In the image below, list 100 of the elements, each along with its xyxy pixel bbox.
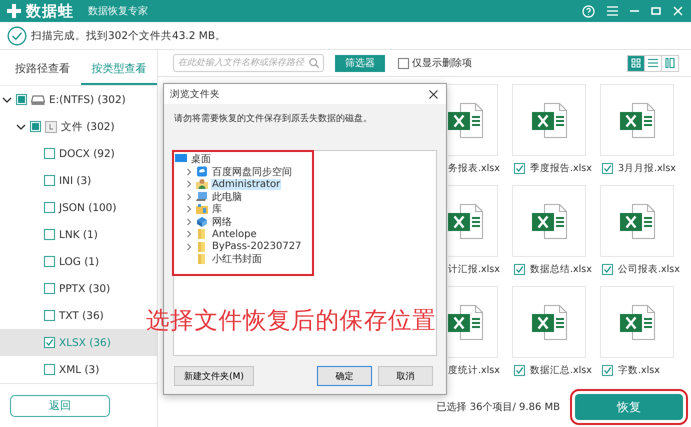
scan-status: 扫描完成。找到302个文件共43.2 MB。: [31, 28, 226, 42]
file-thumbnail[interactable]: [512, 84, 586, 156]
folder-tree-item[interactable]: ByPass-20230727: [175, 240, 436, 253]
tree-label: XML (3): [59, 364, 100, 376]
file-thumbnail[interactable]: [512, 185, 586, 258]
folder-icon: [196, 240, 208, 253]
checkbox[interactable]: [602, 163, 613, 174]
checkbox[interactable]: [44, 202, 55, 213]
folder-icon: [196, 253, 208, 266]
checkbox[interactable]: [514, 163, 525, 174]
chevron-right-icon[interactable]: [185, 180, 193, 188]
checkbox[interactable]: [398, 58, 409, 69]
checkbox[interactable]: [44, 310, 55, 321]
folder-name: 小红书封面: [211, 252, 263, 266]
dialog-button[interactable]: 确定: [317, 366, 372, 386]
file-name: 数据总结.xlsx: [530, 263, 592, 276]
checkbox[interactable]: [44, 175, 55, 186]
folder-tree-item[interactable]: 小红书封面: [175, 253, 436, 266]
chevron-down-icon[interactable]: [2, 94, 12, 104]
filter-button[interactable]: 筛选器: [335, 54, 385, 72]
close-icon: [428, 90, 438, 98]
recover-button[interactable]: 恢复: [575, 394, 683, 420]
file-name: 计汇报.xlsx: [448, 263, 500, 276]
user-folder-icon: [196, 178, 208, 190]
app-name: 数据蛙: [26, 2, 74, 20]
tree-label: LNK (1): [59, 228, 98, 240]
folder-tree-item[interactable]: Administrator: [175, 178, 436, 190]
view-mode-button[interactable]: [627, 54, 645, 72]
tree-item[interactable]: PPTX (30): [0, 275, 157, 302]
chevron-right-icon[interactable]: [185, 205, 193, 214]
view-tab[interactable]: 按路径查看: [4, 50, 80, 85]
checkbox[interactable]: [44, 256, 55, 267]
checkbox[interactable]: [44, 364, 55, 375]
folder-tree-item[interactable]: 桌面: [175, 153, 436, 166]
checkbox[interactable]: [16, 94, 27, 105]
file-name: 务报表.xlsx: [448, 162, 500, 176]
folder-name: 百度网盘同步空间: [211, 166, 293, 179]
spreadsheet-icon: [620, 102, 654, 138]
tree-item[interactable]: E:(NTFS) (302): [0, 86, 157, 113]
checkbox[interactable]: [602, 264, 613, 276]
dialog-button[interactable]: 新建文件夹(M): [174, 366, 254, 386]
chevron-right-icon[interactable]: [185, 218, 193, 226]
library-icon: [196, 203, 208, 216]
view-tab[interactable]: 按类型查看: [80, 50, 157, 85]
folder-tree-item[interactable]: Antelope: [175, 228, 436, 240]
chevron-right-icon[interactable]: [185, 168, 193, 176]
checkbox[interactable]: [44, 283, 55, 294]
file-name: 季度报告.xlsx: [530, 162, 592, 176]
checkbox[interactable]: [602, 365, 613, 376]
maximize-icon[interactable]: [651, 6, 661, 16]
dialog-button[interactable]: 取消: [378, 366, 433, 386]
tree-item[interactable]: DOCX (92): [0, 140, 157, 167]
chevron-right-icon[interactable]: [185, 230, 193, 238]
spreadsheet-icon: [448, 204, 483, 239]
file-thumbnail[interactable]: [512, 286, 586, 358]
close-icon[interactable]: [673, 6, 683, 16]
file-thumbnail[interactable]: [600, 286, 674, 358]
tree-item[interactable]: XML (3): [0, 356, 157, 383]
help-icon[interactable]: [582, 4, 595, 18]
checkbox[interactable]: [44, 337, 55, 348]
checkbox[interactable]: [30, 121, 41, 132]
checkbox[interactable]: [514, 365, 525, 376]
spreadsheet-icon: [620, 304, 654, 340]
chevron-right-icon[interactable]: [185, 192, 193, 201]
app-subtitle: 数据恢复专家: [88, 4, 148, 18]
menu-icon[interactable]: [607, 6, 618, 16]
spreadsheet-icon: [532, 204, 566, 239]
folder-tree-item[interactable]: 网络: [175, 216, 436, 228]
checkbox[interactable]: [514, 264, 525, 276]
folder-tree-item[interactable]: 库: [175, 203, 436, 216]
folder-name: 桌面: [190, 152, 212, 166]
chevron-down-icon[interactable]: [16, 122, 26, 132]
folder-tree-item[interactable]: 百度网盘同步空间: [175, 166, 436, 178]
tree-item[interactable]: LNK (1): [0, 221, 157, 248]
file-thumbnail[interactable]: [448, 185, 498, 258]
dialog-message: 请勿将需要恢复的文件保存到原丢失数据的磁盘。: [173, 112, 373, 126]
chevron-right-icon[interactable]: [185, 242, 193, 251]
view-mode-button[interactable]: [661, 54, 679, 72]
tree-item[interactable]: LOG (1): [0, 248, 157, 275]
close-button[interactable]: [426, 87, 440, 101]
view-mode-button[interactable]: [644, 54, 662, 72]
dialog-title: 浏览文件夹: [170, 88, 220, 100]
checkbox[interactable]: [44, 229, 55, 240]
tree-label: DOCX (92): [59, 148, 115, 160]
tree-item[interactable]: 文件 (302): [0, 113, 157, 140]
checkbox[interactable]: [44, 148, 55, 159]
file-thumbnail[interactable]: [448, 286, 498, 358]
file-thumbnail[interactable]: [448, 84, 498, 156]
tree-label: PPTX (30): [59, 282, 110, 294]
document-icon: [45, 120, 57, 132]
folder-tree-item[interactable]: 此电脑: [175, 190, 436, 203]
tree-item[interactable]: JSON (100): [0, 194, 157, 221]
computer-icon: [196, 190, 208, 203]
tree-label: 文件 (302): [61, 120, 115, 134]
back-button[interactable]: 返回: [10, 394, 110, 416]
detail-view-icon: [665, 58, 675, 68]
tree-label: E:(NTFS) (302): [49, 94, 126, 106]
file-thumbnail[interactable]: [600, 84, 674, 156]
file-thumbnail[interactable]: [600, 185, 674, 258]
tree-item[interactable]: INI (3): [0, 167, 157, 194]
